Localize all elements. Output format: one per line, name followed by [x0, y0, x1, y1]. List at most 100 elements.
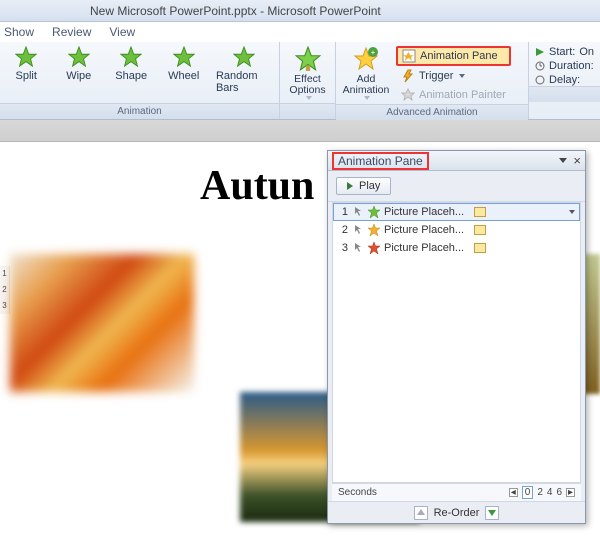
effect-wipe[interactable]: Wipe: [58, 46, 98, 82]
duration-bar: [474, 207, 486, 217]
duration-bar: [474, 225, 486, 235]
time-current: 0: [522, 486, 534, 499]
star-icon: [68, 46, 90, 68]
play-label: Play: [359, 180, 380, 192]
item-number: 2: [338, 224, 348, 236]
delay-label: Delay:: [549, 74, 580, 86]
mouse-icon: [352, 242, 364, 254]
duration-label: Duration:: [549, 60, 594, 72]
trigger-button[interactable]: Trigger: [396, 67, 511, 85]
add-animation-button[interactable]: + Add Animation: [342, 46, 390, 100]
tick-6: 6: [556, 487, 562, 498]
start-row[interactable]: Start: On: [535, 46, 594, 58]
scroll-left-icon[interactable]: ◂: [509, 488, 518, 497]
effect-star-icon: [368, 206, 380, 218]
reorder-row: Re-Order: [328, 501, 585, 523]
star-icon: [120, 46, 142, 68]
picture-placeholder-1[interactable]: [10, 254, 194, 392]
timeline[interactable]: Seconds ◂ 0 2 4 6 ▸: [332, 483, 581, 501]
marker-2[interactable]: 2: [0, 282, 9, 298]
group-label-advanced: Advanced Animation: [336, 104, 528, 120]
trigger-label: Trigger: [419, 70, 453, 82]
ribbon: Split Wipe Shape Wheel Random Bars Anima…: [0, 42, 600, 120]
mouse-icon: [352, 224, 364, 236]
move-up-button[interactable]: [414, 506, 428, 520]
effect-label: Shape: [115, 70, 147, 82]
play-icon: [347, 182, 353, 190]
animation-pane: Animation Pane × Play 1 Picture Placeh..…: [327, 150, 586, 524]
clock-icon: [535, 61, 545, 71]
chevron-down-icon[interactable]: [569, 210, 575, 214]
star-icon: [173, 46, 195, 68]
tab-review[interactable]: Review: [52, 25, 91, 39]
duration-bar: [474, 243, 486, 253]
ribbon-tabs: Show Review View: [0, 22, 600, 42]
animation-list: 1 Picture Placeh... 2 Picture Placeh... …: [332, 202, 581, 483]
effect-options-label: Effect Options: [289, 74, 325, 96]
animation-item[interactable]: 1 Picture Placeh...: [333, 203, 580, 221]
window-title-bar: New Microsoft PowerPoint.pptx - Microsof…: [0, 0, 600, 22]
effect-label: Split: [16, 70, 37, 82]
slide-title: Autun: [200, 162, 314, 210]
tab-slideshow[interactable]: Show: [4, 25, 34, 39]
scroll-right-icon[interactable]: ▸: [566, 488, 575, 497]
group-label-timing: [529, 86, 600, 102]
marker-1[interactable]: 1: [0, 266, 9, 282]
mouse-icon: [352, 206, 364, 218]
animation-markers: 1 2 3: [0, 266, 10, 314]
pane-title: Animation Pane: [332, 152, 429, 170]
effect-shape[interactable]: Shape: [111, 46, 151, 82]
effect-star-icon: [368, 224, 380, 236]
effect-star-icon: [368, 242, 380, 254]
animation-pane-button[interactable]: Animation Pane: [396, 46, 511, 66]
animation-painter-button: Animation Painter: [396, 86, 511, 104]
move-down-button[interactable]: [485, 506, 499, 520]
effect-label: Wheel: [168, 70, 199, 82]
chevron-down-icon: [364, 96, 370, 100]
chevron-down-icon: [306, 96, 312, 100]
effect-wheel[interactable]: Wheel: [163, 46, 203, 82]
reorder-label: Re-Order: [434, 507, 480, 519]
effect-options-button[interactable]: Effect Options: [286, 46, 329, 100]
star-icon: [233, 46, 255, 68]
animation-pane-label: Animation Pane: [420, 50, 498, 62]
gray-strip: [0, 120, 600, 142]
group-label-blank: [280, 103, 335, 119]
star-icon: [295, 46, 321, 72]
pane-titlebar[interactable]: Animation Pane ×: [328, 151, 585, 171]
close-icon[interactable]: ×: [573, 153, 581, 168]
animation-item[interactable]: 3 Picture Placeh...: [333, 239, 580, 257]
delay-row[interactable]: Delay:: [535, 74, 594, 86]
effect-split[interactable]: Split: [6, 46, 46, 82]
add-animation-label: Add Animation: [343, 74, 390, 96]
add-animation-icon: +: [353, 46, 379, 72]
tick-4: 4: [547, 487, 553, 498]
tick-2: 2: [537, 487, 543, 498]
star-icon: [15, 46, 37, 68]
delay-icon: [535, 75, 545, 85]
start-value: On: [579, 46, 594, 58]
painter-icon: [401, 88, 415, 102]
animation-pane-icon: [402, 49, 416, 63]
item-name: Picture Placeh...: [384, 206, 470, 218]
animation-item[interactable]: 2 Picture Placeh...: [333, 221, 580, 239]
duration-row[interactable]: Duration:: [535, 60, 594, 72]
svg-text:+: +: [371, 48, 376, 57]
effect-random-bars[interactable]: Random Bars: [216, 46, 273, 94]
group-label-animation: Animation: [0, 103, 279, 119]
tab-view[interactable]: View: [109, 25, 135, 39]
play-button[interactable]: Play: [336, 177, 391, 195]
trigger-icon: [401, 69, 415, 83]
effect-label: Wipe: [66, 70, 91, 82]
chevron-down-icon: [459, 74, 465, 78]
seconds-label: Seconds: [338, 487, 377, 498]
item-name: Picture Placeh...: [384, 224, 470, 236]
marker-3[interactable]: 3: [0, 298, 9, 314]
painter-label: Animation Painter: [419, 89, 506, 101]
start-label: Start:: [549, 46, 575, 58]
pane-options-icon[interactable]: [559, 158, 567, 163]
item-number: 1: [338, 206, 348, 218]
item-number: 3: [338, 242, 348, 254]
effect-label: Random Bars: [216, 70, 273, 94]
item-name: Picture Placeh...: [384, 242, 470, 254]
